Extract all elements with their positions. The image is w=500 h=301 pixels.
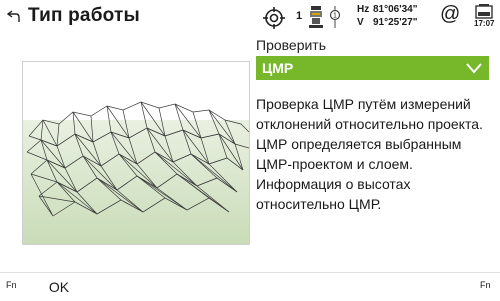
dtm-illustration xyxy=(22,61,250,245)
station-number: 1 xyxy=(296,10,303,22)
chevron-down-icon xyxy=(466,63,482,74)
connection-status[interactable]: @ xyxy=(440,3,460,26)
station-status[interactable]: 1 1 xyxy=(296,4,344,30)
prism-icon: 1 xyxy=(329,6,341,28)
total-station-icon xyxy=(309,6,323,28)
ok-button[interactable]: OK xyxy=(24,275,94,299)
page-title: Тип работы xyxy=(28,5,140,26)
title-bar: Тип работы 1 1 Hz 81°06'34" V 91°25'27" @ xyxy=(0,0,500,34)
dtm-mesh-image xyxy=(23,62,250,244)
v-value: 91°25'27" xyxy=(373,17,418,28)
description-text: Проверка ЦМР путём измерений отклонений … xyxy=(256,96,483,212)
back-arrow-icon xyxy=(7,10,20,22)
clock: 17:07 xyxy=(474,19,495,28)
svg-text:1: 1 xyxy=(333,13,337,20)
check-type-value: ЦМР xyxy=(262,60,294,76)
hz-value: 81°06'34" xyxy=(373,4,418,15)
v-label: V xyxy=(357,17,364,28)
check-label: Проверить xyxy=(256,37,327,53)
check-type-dropdown[interactable]: ЦМР xyxy=(256,56,489,80)
target-crosshair-icon[interactable] xyxy=(262,6,286,30)
back-button[interactable] xyxy=(4,5,24,27)
fn-key-right[interactable]: Fn xyxy=(480,280,491,290)
softkey-bar: Fn OK Fn xyxy=(0,272,500,301)
fn-key-left[interactable]: Fn xyxy=(6,280,17,290)
hz-label: Hz xyxy=(357,4,370,15)
angle-readout: Hz 81°06'34" V 91°25'27" xyxy=(357,3,437,31)
